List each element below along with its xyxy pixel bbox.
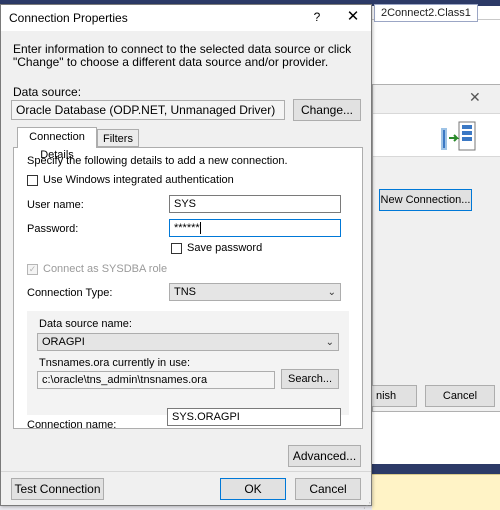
close-icon[interactable]: ✕ (341, 8, 365, 28)
connection-type-label: Connection Type: (27, 287, 113, 299)
wizard-cancel-button[interactable]: Cancel (425, 385, 495, 407)
test-connection-button[interactable]: Test Connection (11, 478, 104, 500)
password-label: Password: (27, 223, 79, 235)
ide-document-tab[interactable]: 2Connect2.Class1 (374, 4, 478, 22)
chevron-down-icon: ⌄ (325, 337, 334, 348)
data-source-name-value: ORAGPI (42, 336, 85, 348)
tnsnames-label: Tnsnames.ora currently in use: (39, 357, 191, 369)
data-source-field: Oracle Database (ODP.NET, Unmanaged Driv… (11, 100, 285, 120)
resize-grip-icon[interactable]: ⋰ (363, 501, 371, 510)
connection-properties-dialog: Connection Properties ? ✕ Enter informat… (0, 4, 372, 510)
data-source-label: Data source: (13, 85, 82, 99)
password-value: ****** (174, 222, 200, 234)
intro-text: Enter information to connect to the sele… (13, 42, 352, 69)
data-source-name-select[interactable]: ORAGPI ⌄ (37, 333, 339, 351)
save-password-label: Save password (187, 242, 263, 254)
password-input[interactable]: ****** (169, 219, 341, 237)
finish-button[interactable]: nish (371, 385, 417, 407)
new-connection-button[interactable]: New Connection... (379, 189, 472, 211)
ide-bottom-bar (372, 464, 500, 474)
ide-status-bar (372, 474, 500, 510)
help-icon[interactable]: ? (307, 10, 327, 26)
advanced-button[interactable]: Advanced... (288, 445, 361, 467)
windows-auth-label: Use Windows integrated authentication (43, 174, 234, 186)
ok-button[interactable]: OK (220, 478, 286, 500)
change-button[interactable]: Change... (293, 99, 361, 121)
dialog-title: Connection Properties (9, 11, 128, 25)
windows-auth-checkbox[interactable] (27, 175, 38, 186)
dialog-titlebar: Connection Properties ? ✕ (1, 5, 371, 31)
username-input[interactable]: SYS (169, 195, 341, 213)
sysdba-checkbox[interactable]: ✓ (27, 264, 38, 275)
search-button[interactable]: Search... (281, 369, 339, 389)
data-source-name-label: Data source name: (39, 318, 132, 330)
tab-connection-details[interactable]: Connection Details (17, 127, 97, 161)
background-wizard-dialog: ✕ New Connection... nish Cancel (371, 84, 500, 412)
connection-type-select[interactable]: TNS ⌄ (169, 283, 341, 301)
cancel-button[interactable]: Cancel (295, 478, 361, 500)
sysdba-label: Connect as SYSDBA role (43, 263, 168, 275)
username-label: User name: (27, 199, 84, 211)
tab-filters[interactable]: Filters (97, 129, 139, 147)
connection-name-label: Connection name: (27, 419, 117, 431)
wizard-close-icon[interactable]: ✕ (469, 89, 481, 106)
save-password-checkbox[interactable] (171, 243, 182, 254)
text-cursor (199, 222, 201, 235)
footer-separator (1, 471, 371, 472)
tnsnames-path-field[interactable]: c:\oracle\tns_admin\tnsnames.ora (37, 371, 275, 389)
chevron-down-icon: ⌄ (327, 287, 336, 298)
connection-type-value: TNS (174, 286, 196, 298)
wizard-header (373, 113, 500, 157)
connection-name-input[interactable]: SYS.ORAGPI (167, 408, 341, 426)
database-connection-icon (441, 121, 476, 151)
